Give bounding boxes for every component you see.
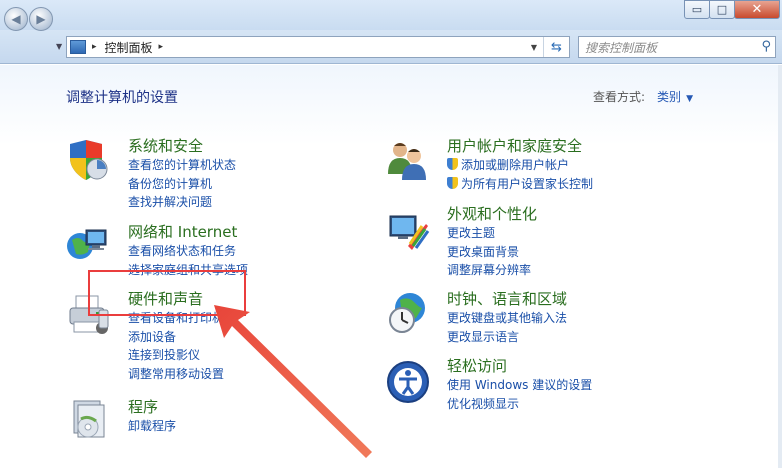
users-icon	[388, 143, 426, 180]
breadcrumb-separator-icon: ▸	[92, 42, 97, 52]
recent-pages-dropdown[interactable]: ▼	[56, 42, 62, 51]
search-input[interactable]: 搜索控制面板 ⚲	[578, 36, 776, 58]
link-input-methods[interactable]: 更改键盘或其他输入法	[447, 309, 567, 328]
category-system-security: 系统和安全 查看您的计算机状态 备份您的计算机 查找并解决问题	[128, 137, 236, 212]
link-screen-resolution[interactable]: 调整屏幕分辨率	[447, 261, 537, 280]
link-windows-suggested[interactable]: 使用 Windows 建议的设置	[447, 376, 592, 395]
link-mobility-settings[interactable]: 调整常用移动设置	[128, 365, 224, 384]
link-troubleshoot[interactable]: 查找并解决问题	[128, 193, 236, 212]
address-dropdown-icon[interactable]: ▼	[527, 37, 541, 57]
network-globe-icon	[67, 229, 107, 259]
chevron-down-icon: ▼	[686, 94, 693, 104]
link-add-device[interactable]: 添加设备	[128, 328, 224, 347]
link-devices-printers[interactable]: 查看设备和打印机	[128, 309, 224, 328]
link-add-remove-accounts[interactable]: 添加或删除用户帐户	[447, 156, 593, 175]
link-display-language[interactable]: 更改显示语言	[447, 328, 567, 347]
category-title[interactable]: 硬件和声音	[128, 290, 224, 309]
breadcrumb-separator-icon[interactable]: ▸	[159, 42, 164, 52]
category-clock-language: 时钟、语言和区域 更改键盘或其他输入法 更改显示语言	[447, 290, 567, 346]
search-icon[interactable]: ⚲	[761, 39, 771, 54]
window-title-bar	[0, 0, 782, 30]
shield-icon	[70, 140, 108, 180]
scrollbar[interactable]	[778, 65, 782, 468]
view-by-label: 查看方式:	[593, 90, 646, 104]
page-title: 调整计算机的设置	[66, 90, 178, 106]
category-ease-of-access: 轻松访问 使用 Windows 建议的设置 优化视频显示	[447, 357, 592, 413]
category-title[interactable]: 程序	[128, 398, 176, 417]
forward-arrow-icon: ▶	[36, 12, 46, 26]
forward-button[interactable]: ▶	[29, 7, 53, 31]
category-title[interactable]: 外观和个性化	[447, 205, 537, 224]
ease-of-access-icon	[387, 361, 429, 403]
link-uninstall-program[interactable]: 卸载程序	[128, 417, 176, 436]
printer-icon	[69, 295, 109, 334]
search-placeholder: 搜索控制面板	[585, 40, 658, 55]
close-button[interactable]: ✕	[734, 0, 780, 19]
link-homegroup-sharing[interactable]: 选择家庭组和共享选项	[128, 261, 248, 280]
link-desktop-background[interactable]: 更改桌面背景	[447, 243, 537, 262]
back-arrow-icon: ◀	[11, 12, 21, 26]
content-area	[0, 65, 778, 468]
link-optimize-display[interactable]: 优化视频显示	[447, 395, 592, 414]
appearance-icon	[389, 215, 430, 250]
minimize-button[interactable]: ▭	[684, 0, 710, 19]
category-title[interactable]: 轻松访问	[447, 357, 592, 376]
view-by-control: 查看方式: 类别 ▼	[593, 88, 693, 105]
view-by-dropdown[interactable]: 类别 ▼	[657, 88, 693, 105]
category-title[interactable]: 时钟、语言和区域	[447, 290, 567, 309]
category-title[interactable]: 用户帐户和家庭安全	[447, 137, 593, 156]
back-button[interactable]: ◀	[4, 7, 28, 31]
category-hardware-sound: 硬件和声音 查看设备和打印机 添加设备 连接到投影仪 调整常用移动设置	[128, 290, 224, 383]
programs-icon	[73, 400, 105, 438]
link-change-theme[interactable]: 更改主题	[447, 224, 537, 243]
category-network: 网络和 Internet 查看网络状态和任务 选择家庭组和共享选项	[128, 223, 248, 279]
clock-globe-icon	[389, 293, 425, 333]
window-controls: ▭ □ ✕	[684, 0, 780, 20]
maximize-button[interactable]: □	[709, 0, 735, 19]
category-title[interactable]: 系统和安全	[128, 137, 236, 156]
link-view-computer-status[interactable]: 查看您的计算机状态	[128, 156, 236, 175]
breadcrumb-control-panel[interactable]: 控制面板	[105, 39, 153, 56]
address-bar[interactable]: ▸ 控制面板 ▸ ▼ ⇆	[66, 36, 570, 58]
category-appearance: 外观和个性化 更改主题 更改桌面背景 调整屏幕分辨率	[447, 205, 537, 280]
category-title[interactable]: 网络和 Internet	[128, 223, 248, 242]
link-backup-computer[interactable]: 备份您的计算机	[128, 175, 236, 194]
control-panel-icon	[70, 40, 86, 54]
link-network-status[interactable]: 查看网络状态和任务	[128, 242, 248, 261]
link-parental-controls[interactable]: 为所有用户设置家长控制	[447, 175, 593, 194]
refresh-icon[interactable]: ⇆	[543, 37, 569, 57]
category-user-accounts: 用户帐户和家庭安全 添加或删除用户帐户 为所有用户设置家长控制	[447, 137, 593, 193]
category-programs: 程序 卸载程序	[128, 398, 176, 436]
link-connect-projector[interactable]: 连接到投影仪	[128, 346, 224, 365]
